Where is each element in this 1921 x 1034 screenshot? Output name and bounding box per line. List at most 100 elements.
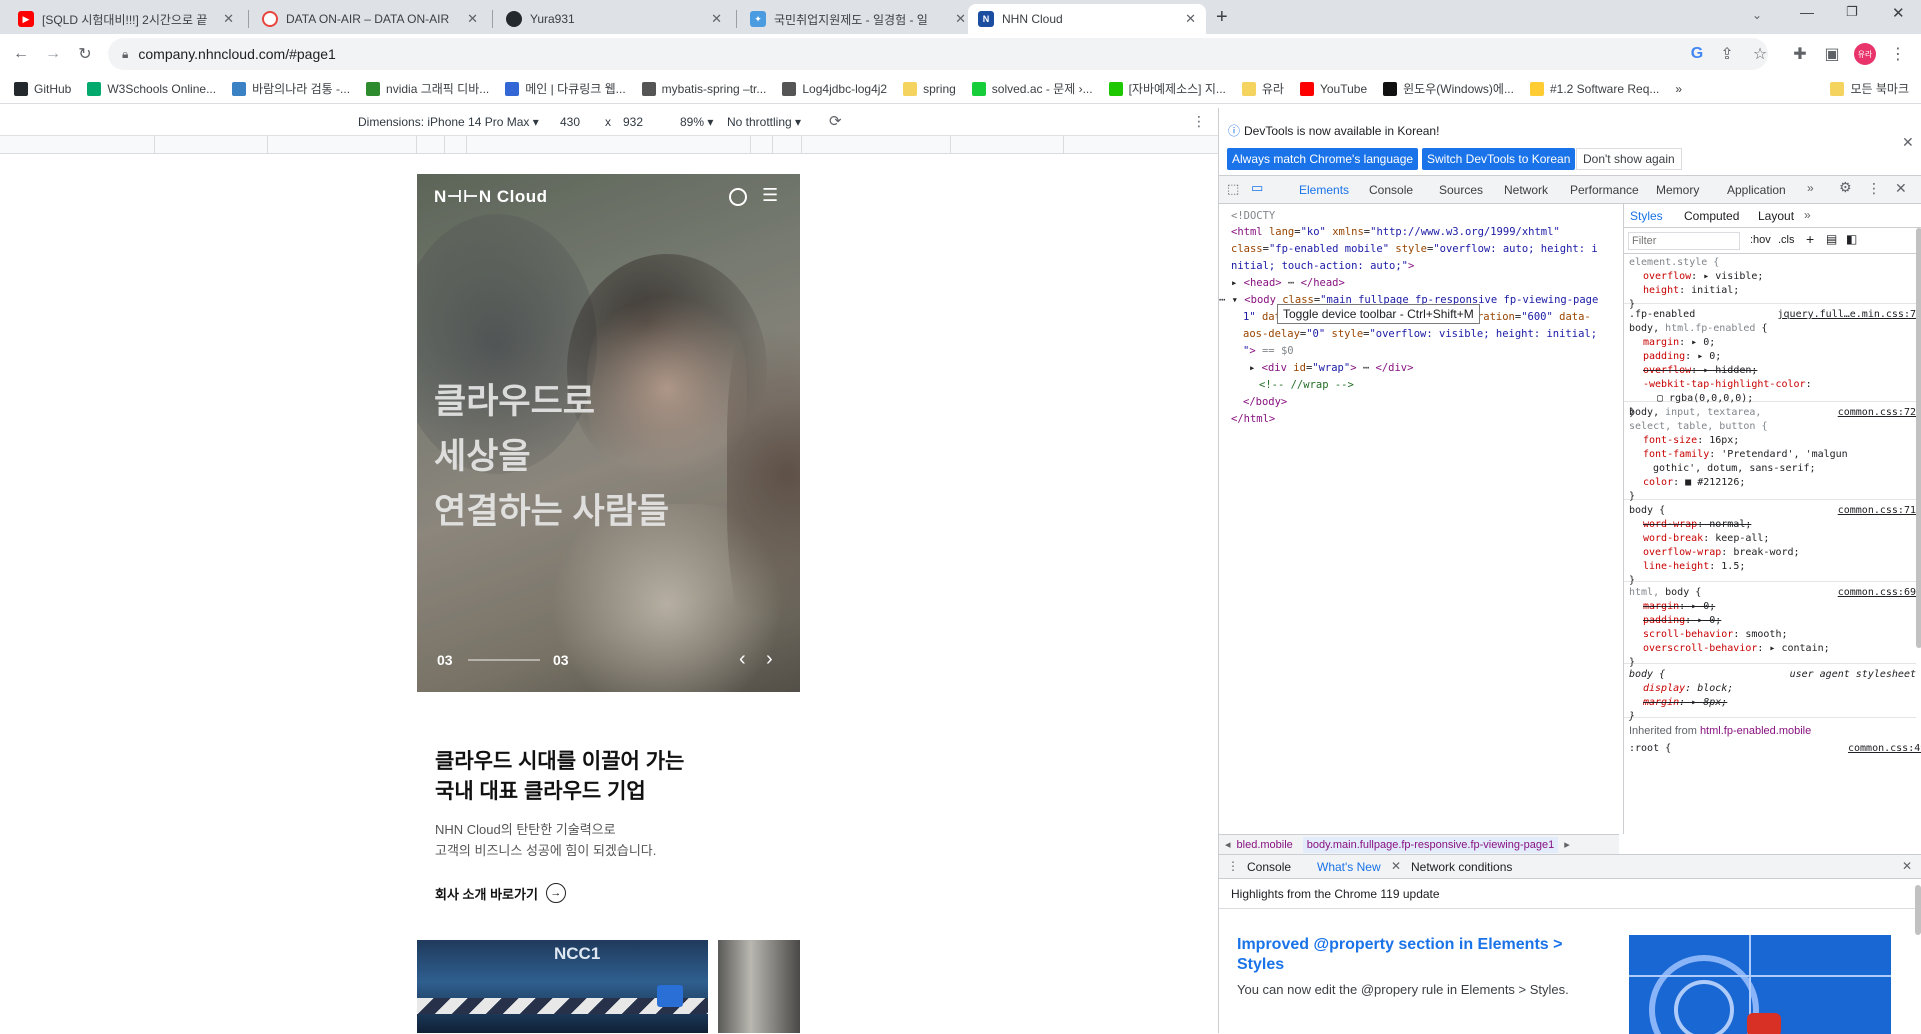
css-rule[interactable]: .fp-enabled jquery.full…e.min.css:7 body,…: [1624, 306, 1916, 418]
root-source[interactable]: common.css:49: [1848, 742, 1921, 756]
crumb-prev-icon[interactable]: ◂: [1225, 838, 1231, 851]
nhn-cloud-logo[interactable]: N⊣⊢N Cloud: [434, 187, 548, 207]
sidebar-toggle-icon[interactable]: ◧: [1846, 232, 1857, 246]
tab-computed[interactable]: Computed: [1684, 209, 1739, 223]
address-bar[interactable]: 🔒︎ company.nhncloud.com/#page1: [108, 38, 1768, 70]
prev-slide-icon[interactable]: ‹: [739, 648, 746, 671]
switch-korean-button[interactable]: Switch DevTools to Korean: [1422, 148, 1576, 170]
google-translate-icon[interactable]: G: [1687, 44, 1707, 64]
throttling-select[interactable]: No throttling ▾: [727, 115, 801, 129]
tab-application[interactable]: Application: [1727, 183, 1786, 197]
browser-tab[interactable]: ✦ 국민취업지원제도 - 일경험 - 일 ✕: [740, 4, 976, 34]
close-icon[interactable]: ✕: [1391, 859, 1401, 873]
dom-node[interactable]: </html>: [1231, 411, 1275, 428]
bookmark-item[interactable]: solved.ac - 문제 ›...: [971, 80, 1093, 97]
match-language-button[interactable]: Always match Chrome's language: [1227, 148, 1419, 170]
device-select[interactable]: Dimensions: iPhone 14 Pro Max ▾: [358, 115, 539, 129]
side-panel-icon[interactable]: ▣: [1822, 44, 1842, 64]
add-rule-icon[interactable]: +: [1806, 231, 1814, 247]
inherited-target[interactable]: html.fp-enabled.mobile: [1700, 725, 1811, 737]
media-query-ruler[interactable]: [0, 136, 1218, 154]
avatar[interactable]: 유라: [1854, 43, 1876, 65]
new-tab-icon[interactable]: +: [1216, 6, 1228, 29]
more-menu-icon[interactable]: ⋮: [1888, 44, 1908, 64]
cls-toggle[interactable]: .cls: [1778, 234, 1795, 246]
maximize-icon[interactable]: ❐: [1846, 4, 1858, 20]
extensions-icon[interactable]: ✚: [1790, 44, 1810, 64]
customize-icon[interactable]: ⋮: [1867, 180, 1881, 197]
tab-search-icon[interactable]: ⌄: [1752, 8, 1762, 22]
browser-tab[interactable]: DATA ON-AIR – DATA ON-AIR ✕: [252, 4, 488, 34]
tab-console[interactable]: Console: [1369, 183, 1413, 197]
dom-node[interactable]: </body>: [1243, 394, 1287, 411]
styles-filter-input[interactable]: [1628, 232, 1740, 250]
bookmark-item[interactable]: [자바예제소스] 지...: [1108, 80, 1226, 97]
height-input[interactable]: 932: [623, 115, 643, 129]
more-options-icon[interactable]: ⋮: [1192, 113, 1206, 130]
close-icon[interactable]: ✕: [467, 11, 478, 27]
feature-title-link[interactable]: Improved @property section in Elements >…: [1237, 935, 1577, 975]
tab-sources[interactable]: Sources: [1439, 183, 1483, 197]
hero-slider[interactable]: N⊣⊢N Cloud ☰ 클라우드로 세상을 연결하는 사람들 03 03 ‹ …: [417, 174, 800, 692]
close-icon[interactable]: ✕: [223, 11, 234, 27]
tab-memory[interactable]: Memory: [1656, 183, 1699, 197]
bookmark-item[interactable]: spring: [903, 81, 956, 96]
next-slide-icon[interactable]: ›: [766, 648, 773, 671]
close-icon[interactable]: ✕: [1902, 134, 1914, 151]
bookmark-item[interactable]: W3Schools Online...: [87, 81, 216, 96]
bookmark-item[interactable]: nvidia 그래픽 디바...: [366, 80, 489, 97]
bookmark-item[interactable]: 메인 | 다큐링크 웹...: [505, 80, 626, 97]
reload-icon[interactable]: ↻: [75, 44, 95, 64]
elements-tree[interactable]: <!DOCTY <html lang="ko" xmlns="http://ww…: [1219, 204, 1619, 834]
css-rule[interactable]: element.style { overflow: ▸ visible; hei…: [1624, 254, 1916, 310]
crumb-item[interactable]: bled.mobile: [1237, 839, 1293, 851]
bookmark-item[interactable]: #1.2 Software Req...: [1529, 81, 1659, 96]
hov-toggle[interactable]: :hov: [1750, 234, 1771, 246]
bookmark-item[interactable]: mybatis-spring –tr...: [641, 81, 766, 96]
more-tabs-icon[interactable]: »: [1804, 208, 1811, 222]
root-rule[interactable]: :root {: [1629, 742, 1671, 756]
css-rule[interactable]: body, input, textarea, common.css:72 sele…: [1624, 404, 1916, 502]
width-input[interactable]: 430: [560, 115, 580, 129]
dont-show-button[interactable]: Don't show again: [1576, 148, 1682, 170]
rotate-icon[interactable]: ⟳: [829, 112, 842, 130]
drawer-tab-network-conditions[interactable]: Network conditions: [1411, 860, 1512, 874]
tab-styles[interactable]: Styles: [1630, 209, 1663, 223]
device-toggle-icon[interactable]: ▭: [1251, 180, 1263, 196]
drawer-tab-console[interactable]: Console: [1247, 860, 1291, 874]
bookmark-item[interactable]: GitHub: [14, 81, 71, 96]
more-tabs-icon[interactable]: »: [1807, 181, 1814, 195]
close-drawer-icon[interactable]: ✕: [1902, 859, 1912, 873]
paint-icon[interactable]: ▤: [1826, 232, 1837, 246]
close-icon[interactable]: ✕: [711, 11, 722, 27]
zoom-select[interactable]: 89% ▾: [680, 115, 713, 129]
card-image[interactable]: NCC1: [417, 940, 708, 1033]
close-icon[interactable]: ✕: [955, 11, 966, 27]
card-image[interactable]: [718, 940, 800, 1033]
bookmark-item[interactable]: Log4jdbc-log4j2: [782, 81, 887, 96]
tab-network[interactable]: Network: [1504, 183, 1548, 197]
share-icon[interactable]: ⇪: [1717, 44, 1737, 64]
browser-tab-active[interactable]: N NHN Cloud ✕: [968, 4, 1206, 34]
dom-node[interactable]: <html lang="ko" xmlns="http://www.w3.org…: [1231, 224, 1560, 241]
back-icon[interactable]: ←: [11, 44, 31, 64]
dom-node[interactable]: ▸ <head> ⋯ </head>: [1231, 275, 1345, 292]
crumb-next-icon[interactable]: ▸: [1564, 838, 1570, 851]
browser-tab[interactable]: Yura931 ✕: [496, 4, 732, 34]
css-rule[interactable]: body {user agent stylesheet display: blo…: [1624, 666, 1916, 722]
minimize-icon[interactable]: —: [1800, 4, 1814, 20]
crumb-item-active[interactable]: body.main.fullpage.fp-responsive.fp-view…: [1302, 836, 1559, 853]
inspect-icon[interactable]: ⬚: [1227, 181, 1239, 197]
drawer-menu-icon[interactable]: ⋮: [1227, 859, 1239, 873]
css-rule[interactable]: html, body {common.css:69 margin: ▸ 0; p…: [1624, 584, 1916, 668]
bookmark-item[interactable]: 유라: [1241, 80, 1284, 97]
bookmark-star-icon[interactable]: ☆: [1750, 44, 1770, 64]
bookmark-item[interactable]: YouTube: [1299, 81, 1367, 96]
tab-layout[interactable]: Layout: [1758, 209, 1794, 223]
globe-icon[interactable]: [729, 188, 747, 206]
company-intro-link[interactable]: 회사 소개 바로가기 →: [435, 883, 566, 903]
close-devtools-icon[interactable]: ✕: [1895, 180, 1907, 197]
all-bookmarks-folder[interactable]: 모든 북마크: [1830, 80, 1909, 97]
drawer-tab-whats-new[interactable]: What's New: [1317, 860, 1381, 874]
tab-elements[interactable]: Elements: [1299, 183, 1349, 197]
